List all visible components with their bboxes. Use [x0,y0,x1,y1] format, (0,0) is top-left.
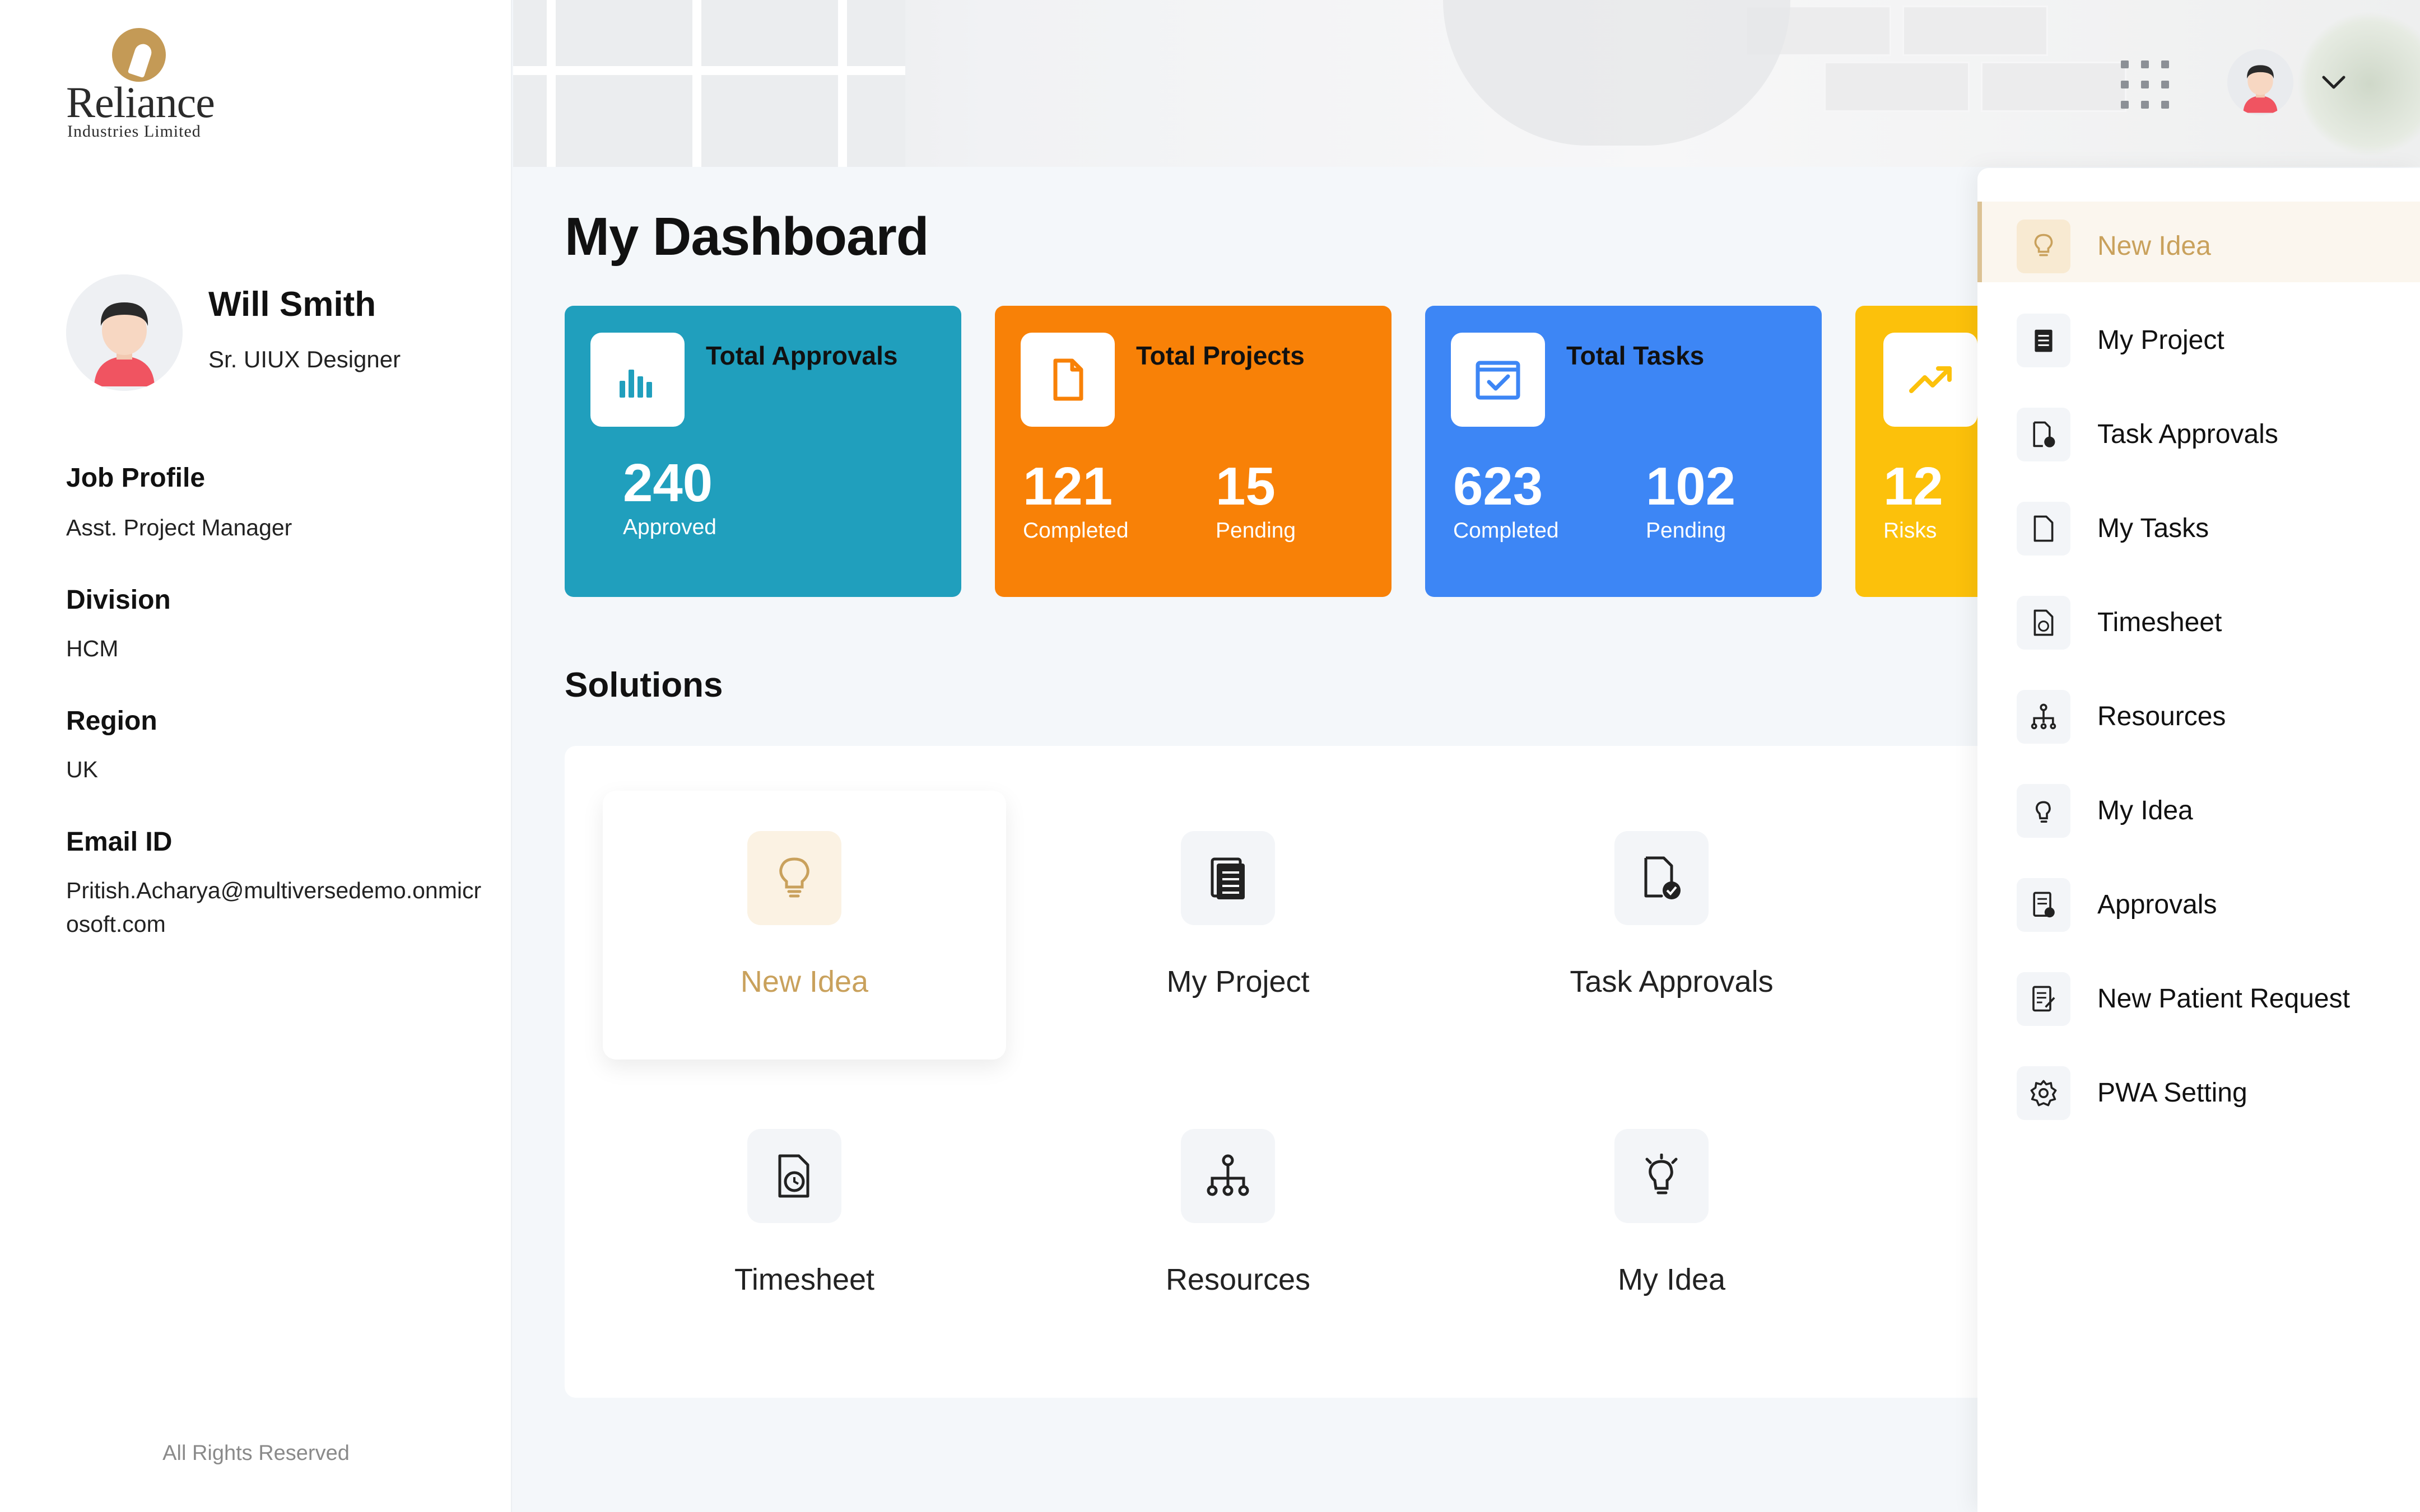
menu-label: My Idea [2097,796,2193,825]
org-chart-icon [1181,1129,1275,1223]
tile-label: New Idea [740,965,869,998]
banner-plant-decoration [2297,11,2420,157]
tile-label: My Project [1166,965,1310,998]
header-avatar[interactable] [2227,49,2293,115]
tile-label: My Idea [1617,1263,1726,1296]
avatar [66,274,183,391]
stat-title: Total Tasks [1566,341,1705,370]
profile-dropdown-menu: New Idea My Project Task Approvals My Ta… [1977,168,2420,1512]
lightbulb-icon [2017,220,2070,273]
menu-label: Task Approvals [2097,419,2278,449]
menu-item-task-approvals[interactable]: Task Approvals [1977,390,2420,470]
total-tasks-card[interactable]: Total Tasks 623 Completed 102 Pending [1425,306,1822,597]
idea-hand-icon [2017,784,2070,838]
file-check-icon [1614,831,1709,925]
division-label: Division [66,585,171,615]
menu-item-timesheet[interactable]: Timesheet [1977,578,2420,659]
file-icon [2017,502,2070,556]
solution-resources[interactable]: Resources [1036,1089,1440,1357]
stat-label: Completed [1023,519,1129,543]
region-label: Region [66,706,157,736]
tile-label: Resources [1165,1263,1311,1296]
solution-task-approvals[interactable]: Task Approvals [1470,791,1873,1060]
stat-label: Pending [1216,519,1296,543]
chevron-down-icon[interactable] [2318,67,2349,99]
menu-label: Resources [2097,702,2226,731]
project-list-icon [1181,831,1275,925]
stat-title: Total Projects [1136,341,1305,370]
menu-label: PWA Setting [2097,1078,2247,1108]
menu-label: My Tasks [2097,514,2209,543]
document-icon [1021,333,1115,427]
menu-item-my-idea[interactable]: My Idea [1977,766,2420,847]
user-name: Will Smith [208,285,376,324]
menu-label: New Patient Request [2097,984,2350,1014]
menu-item-new-patient-request[interactable]: New Patient Request [1977,954,2420,1035]
total-projects-card[interactable]: Total Projects 121 Completed 15 Pending [995,306,1392,597]
project-list-icon [2017,314,2070,367]
menu-label: My Project [2097,325,2224,355]
file-check-icon [2017,408,2070,461]
reliance-logo: Reliance Industries Limited [66,28,234,146]
risks-card[interactable]: 12 Risks [1855,306,1977,597]
request-form-icon [2017,972,2070,1026]
timesheet-clock-icon [747,1129,841,1223]
email-value: Pritish.Acharya@multiversedemo.onmicroso… [66,878,482,937]
menu-label: Approvals [2097,890,2217,920]
org-chart-icon [2017,690,2070,744]
solutions-heading: Solutions [565,666,723,704]
logo-wordmark: Reliance [66,78,215,127]
menu-item-resources[interactable]: Resources [1977,672,2420,753]
solution-my-project[interactable]: My Project [1036,791,1440,1060]
user-role: Sr. UIUX Designer [208,346,401,372]
solution-my-idea[interactable]: My Idea [1470,1089,1873,1357]
menu-item-approvals[interactable]: Approvals [1977,860,2420,941]
banner-window-decoration [513,0,905,167]
job-profile-label: Job Profile [66,463,206,493]
menu-label: New Idea [2097,231,2211,261]
stat-value: 15 [1216,456,1276,516]
stat-value: 240 [623,453,713,513]
page-title: My Dashboard [565,207,929,267]
apps-grid-icon[interactable] [2121,60,2169,109]
stat-value: 121 [1023,456,1113,516]
total-approvals-card[interactable]: Total Approvals 240 Approved [565,306,961,597]
stat-value: 102 [1646,456,1736,516]
stat-value: 12 [1883,456,1943,516]
menu-label: Timesheet [2097,608,2222,637]
job-profile-value: Asst. Project Manager [66,515,292,540]
logo-mark-icon [112,28,166,82]
copyright-footer: All Rights Reserved [162,1441,350,1465]
menu-item-my-project[interactable]: My Project [1977,296,2420,376]
banner-lamp-decoration [1443,0,1790,146]
approvals-icon [2017,878,2070,932]
menu-item-my-tasks[interactable]: My Tasks [1977,484,2420,564]
idea-hand-icon [1614,1129,1709,1223]
menu-item-new-idea[interactable]: New Idea [1977,202,2420,282]
email-label: Email ID [66,827,173,857]
profile-sidebar: Reliance Industries Limited Will Smith S… [0,0,512,1512]
lightbulb-icon [747,831,841,925]
tile-label: Timesheet [734,1263,875,1296]
bar-chart-icon [590,333,685,427]
region-value: UK [66,757,98,782]
stat-label: Completed [1453,519,1559,543]
calendar-check-icon [1451,333,1545,427]
solution-new-idea[interactable]: New Idea [603,791,1006,1060]
tile-label: Task Approvals [1570,965,1774,998]
stat-label: Approved [623,515,716,539]
solution-timesheet[interactable]: Timesheet [603,1089,1006,1357]
logo-subtitle: Industries Limited [67,122,201,141]
trending-up-icon [1883,333,1977,427]
stat-label: Pending [1646,519,1726,543]
menu-item-pwa-setting[interactable]: PWA Setting [1977,1048,2420,1129]
stat-value: 623 [1453,456,1543,516]
gear-icon [2017,1066,2070,1120]
stat-title: Total Approvals [706,341,898,370]
division-value: HCM [66,636,119,661]
timesheet-clock-icon [2017,596,2070,650]
stat-label: Risks [1883,519,1937,543]
